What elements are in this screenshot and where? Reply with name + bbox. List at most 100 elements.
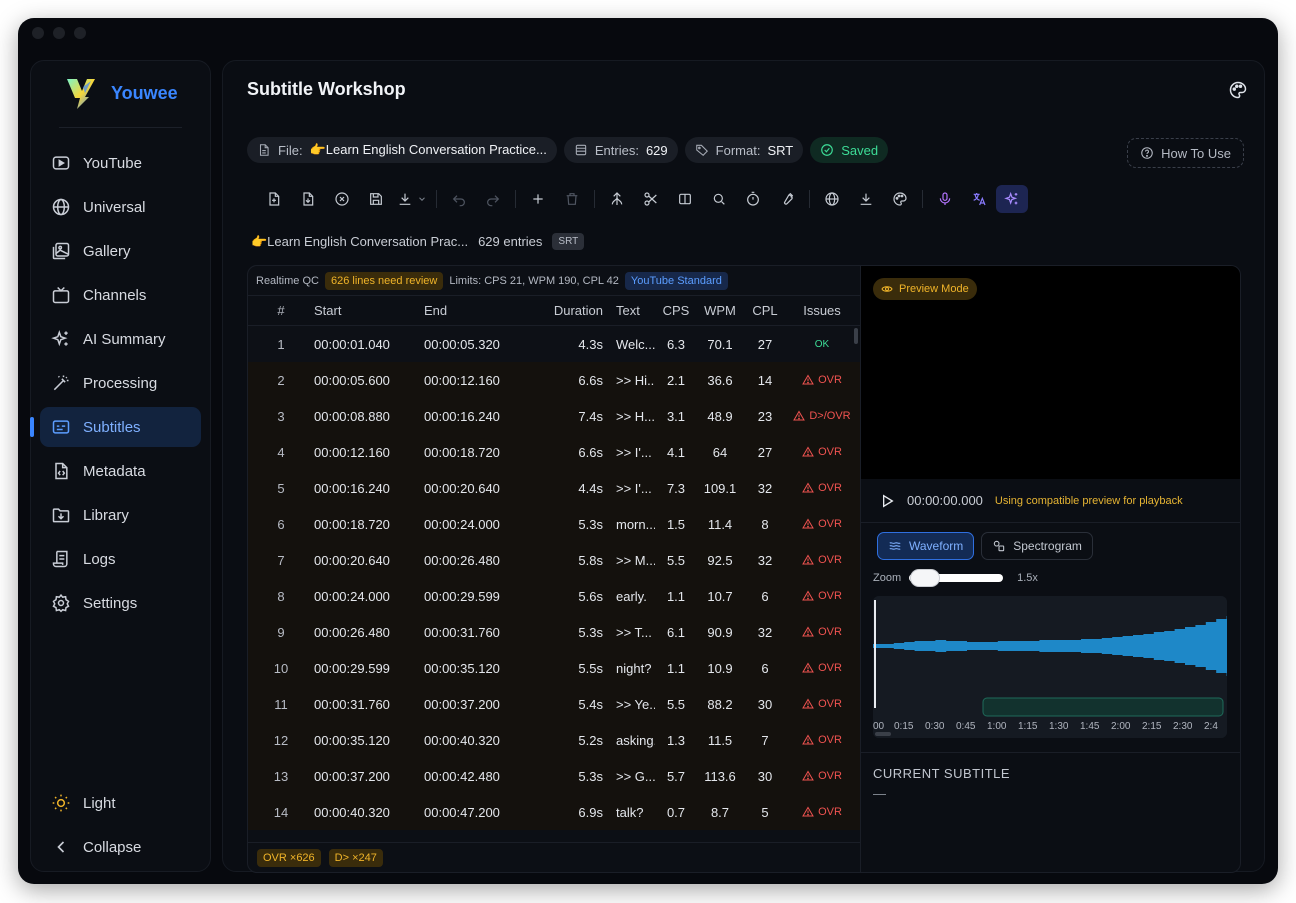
issue-label: OVR: [818, 518, 842, 530]
how-to-use-button[interactable]: How To Use: [1127, 138, 1244, 168]
theme-toggle[interactable]: Light: [40, 783, 201, 823]
cell-duration: 5.6s: [578, 588, 603, 604]
table-row[interactable]: 1 00:00:01.040 00:00:05.320 4.3s Welc... 6.3 7…: [248, 326, 860, 362]
sidebar-item-universal[interactable]: Universal: [40, 187, 201, 227]
columns-button[interactable]: [668, 185, 702, 213]
file-import-icon: [303, 192, 314, 206]
close-window-button[interactable]: [32, 27, 44, 39]
import-file-button[interactable]: [291, 185, 325, 213]
style-button[interactable]: [883, 185, 917, 213]
tab-spectrogram-label: Spectrogram: [1013, 539, 1082, 553]
qc-standard-badge[interactable]: YouTube Standard: [624, 271, 728, 290]
export-dropdown-button[interactable]: [393, 185, 431, 213]
alert-triangle-icon: [802, 590, 814, 601]
waveform-bar: [1018, 641, 1030, 651]
sidebar-item-library[interactable]: Library: [40, 495, 201, 535]
sidebar-item-gallery[interactable]: Gallery: [40, 231, 201, 271]
table-row[interactable]: 5 00:00:16.240 00:00:20.640 4.4s >> I'... 7.3…: [248, 470, 860, 506]
cell-start: 00:00:35.120: [314, 732, 390, 748]
maximize-window-button[interactable]: [74, 27, 86, 39]
collapse-sidebar-button[interactable]: Collapse: [40, 827, 201, 867]
split-button[interactable]: [634, 185, 668, 213]
waveform-bar: [1039, 640, 1051, 652]
sidebar-item-channels[interactable]: Channels: [40, 275, 201, 315]
palette-icon[interactable]: [1228, 80, 1248, 100]
waveform-bar: [1091, 639, 1103, 653]
cell-cpl: 23: [757, 408, 773, 424]
sidebar-item-youtube[interactable]: YouTube: [40, 143, 201, 183]
zoom-slider[interactable]: [909, 570, 1004, 586]
subtitle-region: [982, 697, 1224, 717]
new-file-button[interactable]: [257, 185, 291, 213]
cell-start: 00:00:29.599: [314, 660, 390, 676]
cell-cpl: 5: [761, 804, 769, 820]
table-footer: OVR ×626 D> ×247: [248, 842, 860, 872]
sidebar-item-subtitles[interactable]: Subtitles: [30, 407, 201, 447]
table-row[interactable]: 7 00:00:20.640 00:00:26.480 5.8s >> M... 5.5 9…: [248, 542, 860, 578]
sidebar-item-logs[interactable]: Logs: [40, 539, 201, 579]
tab-spectrogram[interactable]: Spectrogram: [981, 532, 1093, 560]
transcribe-button[interactable]: [928, 185, 962, 213]
col-wpm: WPM: [704, 303, 736, 318]
undo-button[interactable]: [442, 185, 476, 213]
cell-start: 00:00:01.040: [314, 336, 390, 352]
zoom-slider-handle[interactable]: [911, 570, 940, 586]
editor-toolbar: [257, 185, 1028, 213]
cell-wpm: 109.1: [703, 480, 737, 496]
table-row[interactable]: 2 00:00:05.600 00:00:12.160 6.6s >> Hi... 2.1…: [248, 362, 860, 398]
table-body: 1 00:00:01.040 00:00:05.320 4.3s Welc... 6.3 7…: [248, 326, 860, 840]
list-icon: [575, 144, 587, 156]
add-entry-button[interactable]: [521, 185, 555, 213]
sidebar-item-ai-summary[interactable]: AI Summary: [40, 319, 201, 359]
col-end: End: [424, 303, 448, 318]
table-scrollbar[interactable]: [854, 328, 858, 344]
timing-button[interactable]: [736, 185, 770, 213]
table-row[interactable]: 11 00:00:31.760 00:00:37.200 5.4s >> Ye... 5.…: [248, 686, 860, 722]
translate-button[interactable]: [962, 185, 996, 213]
cell-cps: 0.7: [666, 804, 686, 820]
cell-number: 5: [277, 480, 285, 496]
sidebar-item-metadata[interactable]: Metadata: [40, 451, 201, 491]
cell-end: 00:00:42.480: [424, 768, 500, 784]
download-button[interactable]: [849, 185, 883, 213]
video-preview[interactable]: Preview Mode: [861, 266, 1240, 479]
waveform-bar: [1205, 622, 1217, 670]
current-subtitle-label: CURRENT SUBTITLE: [873, 766, 1011, 781]
table-row[interactable]: 14 00:00:40.320 00:00:47.200 6.9s talk? 0.7 8.…: [248, 794, 860, 830]
file-title: 👉Learn English Conversation Prac...: [251, 233, 469, 249]
table-row[interactable]: 13 00:00:37.200 00:00:42.480 5.3s >> G... 5.7…: [248, 758, 860, 794]
cell-issues: OVR: [787, 554, 857, 566]
ai-enhance-button[interactable]: [996, 185, 1028, 213]
save-button[interactable]: [359, 185, 393, 213]
cell-wpm: 10.7: [707, 588, 733, 604]
close-file-button[interactable]: [325, 185, 359, 213]
minimize-window-button[interactable]: [53, 27, 65, 39]
table-row[interactable]: 12 00:00:35.120 00:00:40.320 5.2s asking. 1.3…: [248, 722, 860, 758]
search-button[interactable]: [702, 185, 736, 213]
sidebar-item-processing[interactable]: Processing: [40, 363, 201, 403]
tools-button[interactable]: [770, 185, 804, 213]
cell-text: >> Ye...: [616, 696, 655, 712]
delete-entry-button[interactable]: [555, 185, 589, 213]
table-row[interactable]: 3 00:00:08.880 00:00:16.240 7.4s >> H... 3.1 4…: [248, 398, 860, 434]
waveform-bar: [1101, 638, 1113, 654]
web-button[interactable]: [815, 185, 849, 213]
cell-text: >> G...: [616, 768, 655, 784]
table-row[interactable]: 4 00:00:12.160 00:00:18.720 6.6s >> I'... 4.1…: [248, 434, 860, 470]
waveform-view[interactable]: 00 0:15 0:30 0:45 1:00 1:15 1:30 1:45 2:00 2:15 2:…: [873, 596, 1227, 738]
sidebar-item-settings[interactable]: Settings: [40, 583, 201, 623]
cell-duration: 5.3s: [578, 624, 603, 640]
cell-wpm: 113.6: [704, 768, 736, 784]
table-row[interactable]: 10 00:00:29.599 00:00:35.120 5.5s night? 1.1 1…: [248, 650, 860, 686]
cell-number: 11: [274, 696, 288, 712]
table-row[interactable]: 9 00:00:26.480 00:00:31.760 5.3s >> T... 6.1 9…: [248, 614, 860, 650]
table-row[interactable]: 6 00:00:18.720 00:00:24.000 5.3s morn... 1.5 1…: [248, 506, 860, 542]
tab-waveform[interactable]: Waveform: [877, 532, 975, 560]
play-icon[interactable]: [879, 493, 895, 509]
sidebar-footer: Light Collapse: [31, 783, 210, 871]
help-circle-icon: [1141, 147, 1153, 159]
merge-button[interactable]: [600, 185, 634, 213]
waveform-tabs: Waveform Spectrogram: [877, 532, 1093, 560]
table-row[interactable]: 8 00:00:24.000 00:00:29.599 5.6s early. 1.1 10…: [248, 578, 860, 614]
redo-button[interactable]: [476, 185, 510, 213]
